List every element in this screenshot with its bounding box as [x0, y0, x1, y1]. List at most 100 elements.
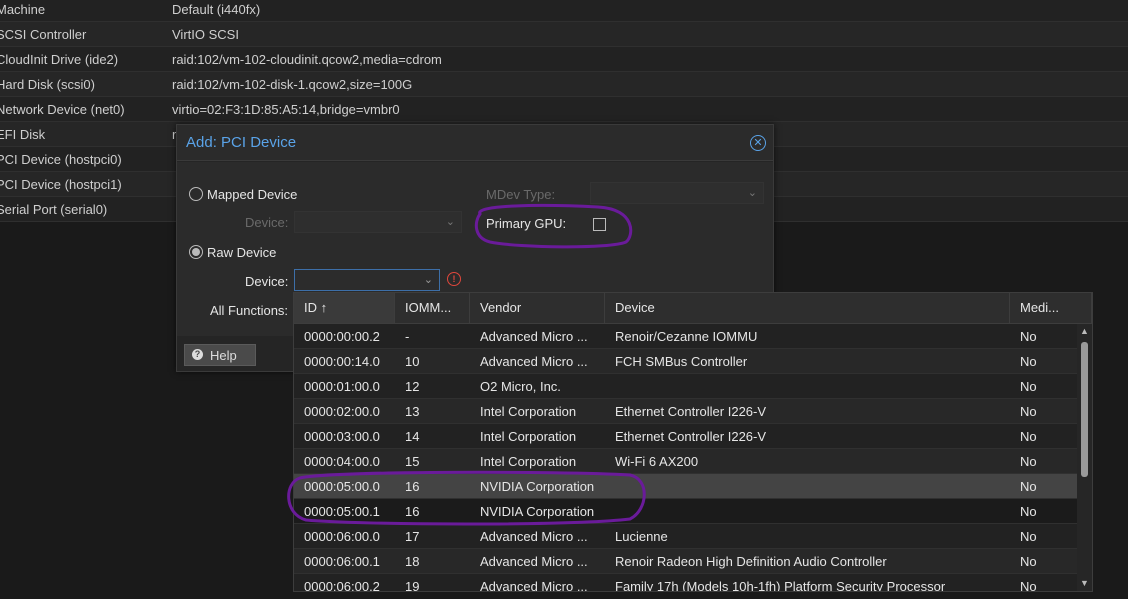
primary-gpu-label: Primary GPU: [486, 216, 567, 231]
cell-device: FCH SMBus Controller [615, 354, 748, 369]
mapped-device-label: Mapped Device [207, 187, 298, 202]
cell-iommu: 10 [405, 354, 420, 369]
cell-vendor: O2 Micro, Inc. [480, 379, 561, 394]
cell-id: 0000:03:00.0 [304, 429, 380, 444]
mapped-device-radio[interactable] [189, 187, 203, 201]
table-row[interactable]: 0000:05:00.1 16 NVIDIA Corporation No [294, 499, 1077, 524]
cell-id: 0000:02:00.0 [304, 404, 380, 419]
cell-id: 0000:05:00.0 [304, 479, 380, 494]
cell-iommu: 14 [405, 429, 420, 444]
hardware-row[interactable]: Network Device (net0) virtio=02:F3:1D:85:… [0, 97, 1128, 122]
help-button[interactable]: ? Help [184, 344, 256, 366]
cell-iommu: 12 [405, 379, 420, 394]
table-row[interactable]: 0000:06:00.2 19 Advanced Micro ... Family 1… [294, 574, 1077, 592]
raw-device-label: Raw Device [207, 245, 277, 260]
column-header-device[interactable]: Device [605, 293, 1010, 323]
mdev-type-label: MDev Type: [486, 187, 556, 202]
grid-scrollbar[interactable]: ▲ ▼ [1078, 324, 1092, 591]
pci-device-grid: ID ↑ IOMM... Vendor Device Medi... 0000:… [293, 292, 1093, 592]
cell-mdev: No [1020, 479, 1037, 494]
table-row[interactable]: 0000:06:00.1 18 Advanced Micro ... Renoir R… [294, 549, 1077, 574]
dialog-title: Add: PCI Device [186, 134, 297, 151]
mapped-device-field-label: Device: [245, 215, 289, 230]
cell-vendor: Intel Corporation [480, 454, 577, 469]
chevron-down-icon: ⌄ [747, 187, 757, 199]
cell-device: Renoir/Cezanne IOMMU [615, 329, 758, 344]
cell-iommu: - [405, 329, 410, 344]
scrollbar-thumb[interactable] [1081, 342, 1088, 477]
chevron-down-icon: ⌄ [445, 216, 455, 228]
scroll-up-icon[interactable]: ▲ [1080, 326, 1089, 336]
cell-id: 0000:06:00.0 [304, 529, 380, 544]
table-row[interactable]: 0000:00:00.2 - Advanced Micro ... Renoir/Ce… [294, 324, 1077, 349]
hardware-row-value: raid:102/vm-102-cloudinit.qcow2,media=cd… [172, 52, 442, 67]
table-row[interactable]: 0000:05:00.0 16 NVIDIA Corporation No [294, 474, 1077, 499]
hardware-row-key: Machine [0, 2, 46, 17]
column-header-id[interactable]: ID ↑ [294, 293, 395, 323]
cell-device: Ethernet Controller I226-V [615, 429, 767, 444]
cell-iommu: 13 [405, 404, 420, 419]
column-header-mdev[interactable]: Medi... [1010, 293, 1092, 323]
cell-vendor: Advanced Micro ... [480, 354, 588, 369]
hardware-row-key: CloudInit Drive (ide2) [0, 52, 119, 67]
cell-iommu: 18 [405, 554, 420, 569]
hardware-row-key: PCI Device (hostpci0) [0, 152, 122, 167]
cell-vendor: Intel Corporation [480, 429, 577, 444]
question-icon: ? [192, 349, 203, 360]
cell-mdev: No [1020, 329, 1037, 344]
hardware-row-key: Serial Port (serial0) [0, 202, 108, 217]
cell-vendor: Advanced Micro ... [480, 529, 588, 544]
table-row[interactable]: 0000:03:00.0 14 Intel Corporation Ethernet … [294, 424, 1077, 449]
raw-device-select[interactable]: ⌄ [294, 269, 440, 291]
cell-vendor: NVIDIA Corporation [480, 504, 595, 519]
table-row[interactable]: 0000:00:14.0 10 Advanced Micro ... FCH SMBu… [294, 349, 1077, 374]
cell-mdev: No [1020, 354, 1037, 369]
cell-vendor: Advanced Micro ... [480, 579, 588, 592]
hardware-row-value: Default (i440fx) [172, 2, 261, 17]
dialog-header: Add: PCI Device ✕ [177, 125, 773, 161]
hardware-row[interactable]: CloudInit Drive (ide2) raid:102/vm-102-cl… [0, 47, 1128, 72]
cell-id: 0000:06:00.1 [304, 554, 380, 569]
error-icon: ! [447, 272, 461, 286]
hardware-row-key: EFI Disk [0, 127, 46, 142]
cell-mdev: No [1020, 504, 1037, 519]
hardware-row-key: PCI Device (hostpci1) [0, 177, 122, 192]
raw-device-radio[interactable] [189, 245, 203, 259]
cell-vendor: NVIDIA Corporation [480, 479, 595, 494]
hardware-row-key: Hard Disk (scsi0) [0, 77, 95, 92]
mapped-device-select[interactable]: ⌄ [294, 211, 462, 233]
grid-header: ID ↑ IOMM... Vendor Device Medi... [294, 293, 1092, 324]
cell-device: Family 17h (Models 10h-1fh) Platform Sec… [615, 579, 946, 592]
table-row[interactable]: 0000:02:00.0 13 Intel Corporation Ethernet … [294, 399, 1077, 424]
cell-device: Wi-Fi 6 AX200 [615, 454, 699, 469]
cell-device: Lucienne [615, 529, 668, 544]
hardware-row[interactable]: Hard Disk (scsi0) raid:102/vm-102-disk-1.… [0, 72, 1128, 97]
hardware-row-key: Network Device (net0) [0, 102, 125, 117]
hardware-row-value: virtio=02:F3:1D:85:A5:14,bridge=vmbr0 [172, 102, 400, 117]
primary-gpu-checkbox[interactable] [593, 218, 606, 231]
cell-vendor: Intel Corporation [480, 404, 577, 419]
table-row[interactable]: 0000:04:00.0 15 Intel Corporation Wi-Fi 6 A… [294, 449, 1077, 474]
table-row[interactable]: 0000:01:00.0 12 O2 Micro, Inc. No [294, 374, 1077, 399]
cell-id: 0000:00:00.2 [304, 329, 380, 344]
cell-iommu: 17 [405, 529, 420, 544]
cell-mdev: No [1020, 404, 1037, 419]
mdev-type-select[interactable]: ⌄ [590, 182, 764, 204]
close-icon[interactable]: ✕ [750, 135, 766, 151]
hardware-row[interactable]: Machine Default (i440fx) [0, 0, 1128, 22]
cell-iommu: 19 [405, 579, 420, 592]
cell-id: 0000:04:00.0 [304, 454, 380, 469]
cell-iommu: 15 [405, 454, 420, 469]
cell-mdev: No [1020, 529, 1037, 544]
cell-iommu: 16 [405, 479, 420, 494]
all-functions-label: All Functions: [210, 303, 289, 318]
scroll-down-icon[interactable]: ▼ [1080, 578, 1089, 588]
cell-mdev: No [1020, 454, 1037, 469]
column-header-iommu[interactable]: IOMM... [395, 293, 470, 323]
raw-device-field-label: Device: [245, 274, 289, 289]
hardware-row[interactable]: SCSI Controller VirtIO SCSI [0, 22, 1128, 47]
table-row[interactable]: 0000:06:00.0 17 Advanced Micro ... Lucienne… [294, 524, 1077, 549]
cell-device: Ethernet Controller I226-V [615, 404, 767, 419]
column-header-vendor[interactable]: Vendor [470, 293, 605, 323]
help-button-label: Help [210, 348, 237, 363]
